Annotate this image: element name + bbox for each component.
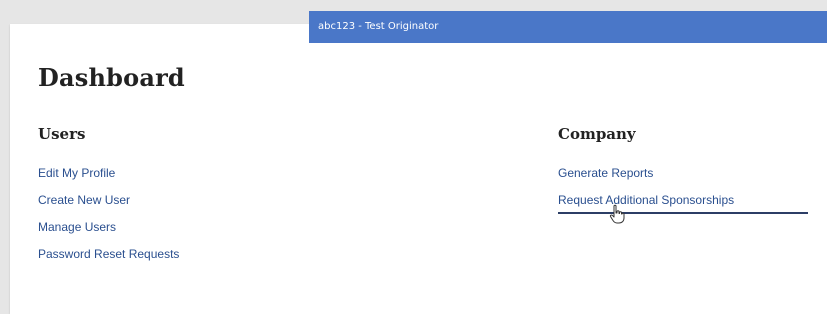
user-label: abc123 - Test Originator [318, 21, 439, 32]
hand-pointer-icon [609, 204, 625, 224]
create-new-user-link[interactable]: Create New User [38, 193, 130, 207]
page-title: Dashboard [38, 63, 185, 92]
link-hover-underline [558, 212, 808, 214]
user-header-bar: abc123 - Test Originator [309, 11, 827, 43]
password-reset-requests-link[interactable]: Password Reset Requests [38, 247, 179, 261]
edit-my-profile-link[interactable]: Edit My Profile [38, 166, 115, 180]
request-additional-sponsorships-link[interactable]: Request Additional Sponsorships [558, 193, 734, 207]
generate-reports-link[interactable]: Generate Reports [558, 166, 653, 180]
users-section-heading: Users [38, 125, 86, 143]
company-section-heading: Company [558, 125, 636, 143]
manage-users-link[interactable]: Manage Users [38, 220, 116, 234]
